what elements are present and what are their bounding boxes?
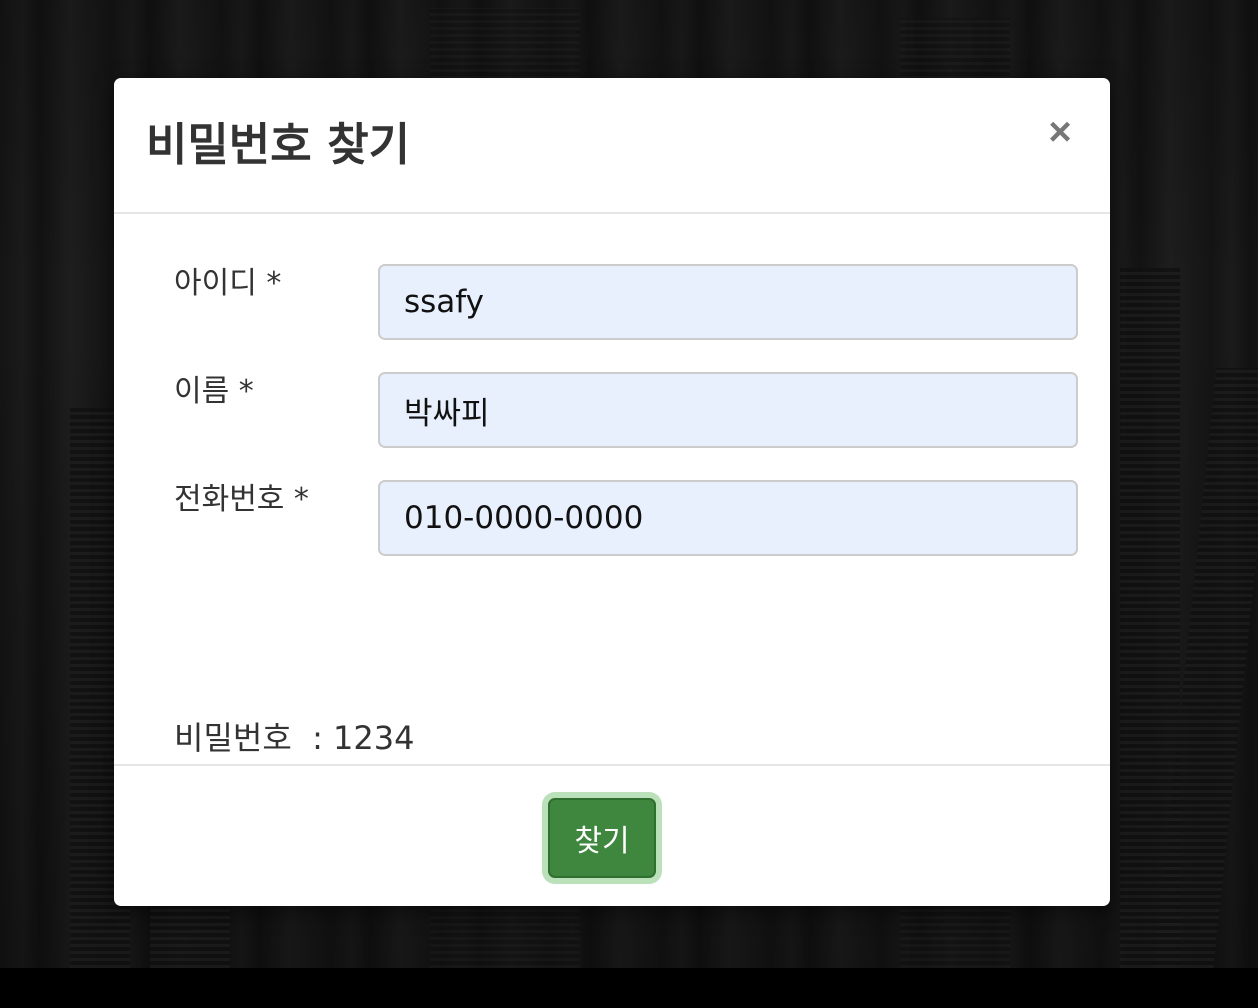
phone-label: 전화번호 *	[174, 482, 309, 517]
modal-title: 비밀번호 찾기	[146, 118, 411, 171]
id-input[interactable]	[378, 264, 1078, 340]
modal-footer: 찾기	[114, 764, 1110, 906]
modal-body: 아이디 * 이름 * 전화번호 * 비밀번호 : 1234	[114, 214, 1110, 764]
phone-input[interactable]	[378, 480, 1078, 556]
close-button[interactable]: ×	[1040, 112, 1080, 152]
name-label: 이름 *	[174, 374, 254, 409]
bottom-bar	[0, 968, 1258, 1008]
password-result: 비밀번호 : 1234	[174, 719, 415, 757]
modal-header: 비밀번호 찾기 ×	[114, 78, 1110, 214]
id-label: 아이디 *	[174, 266, 282, 301]
find-button[interactable]: 찾기	[548, 798, 656, 878]
name-input[interactable]	[378, 372, 1078, 448]
find-password-modal: 비밀번호 찾기 × 아이디 * 이름 * 전화번호 * 비밀번호 : 1234 …	[114, 78, 1110, 906]
